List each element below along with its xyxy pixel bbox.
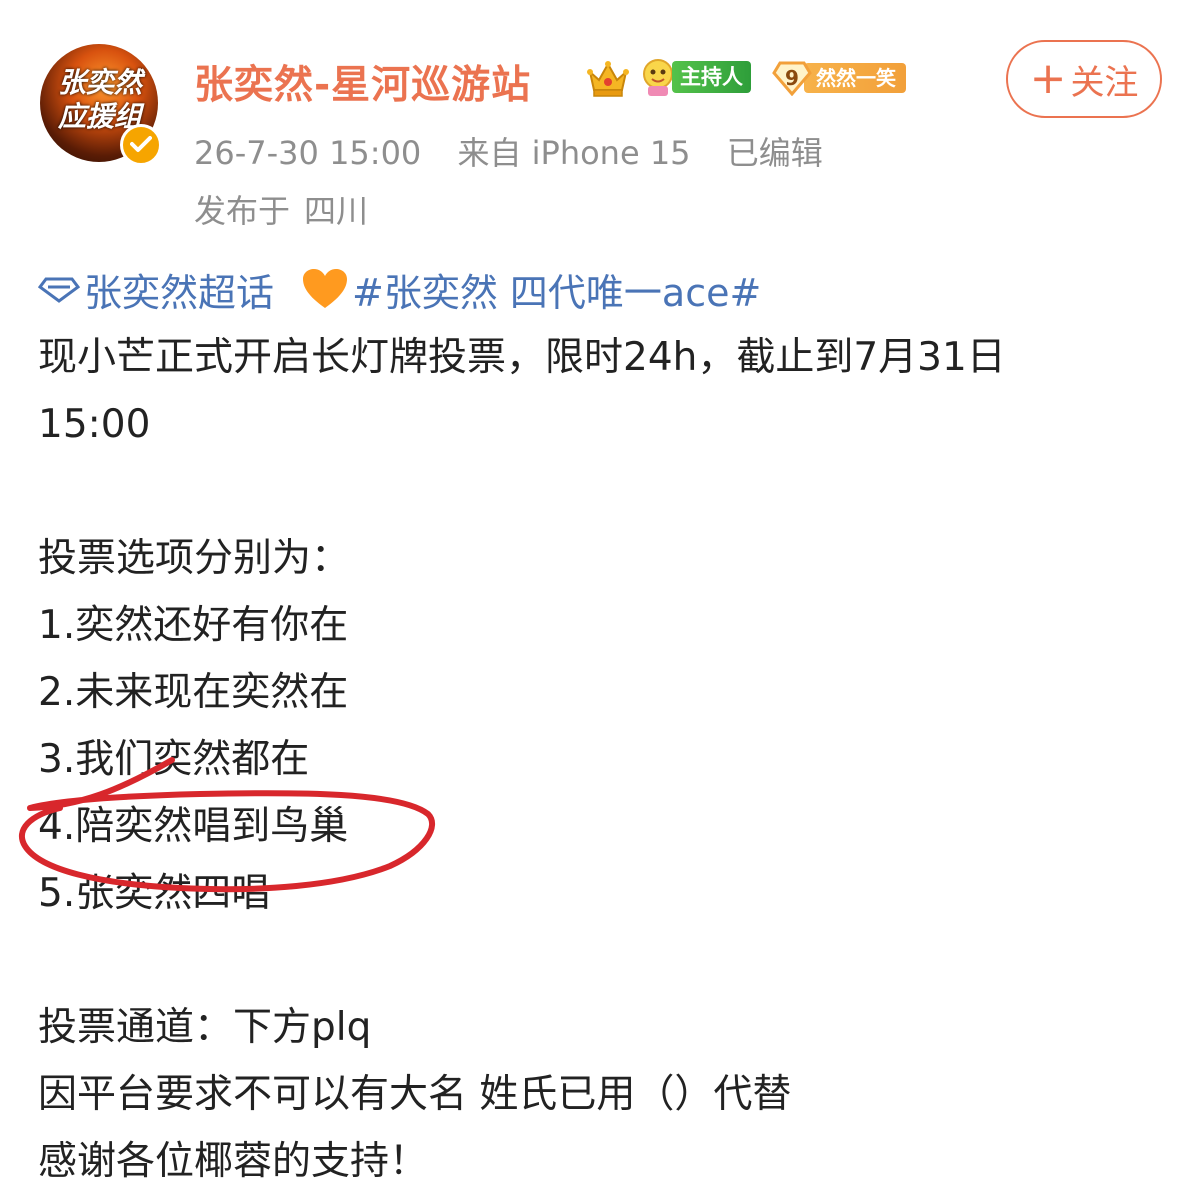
fan-label: 然然一笑 [804,63,906,93]
post-location: 发布于 四川 [194,186,368,232]
orange-heart-icon [303,269,348,308]
options-header: 投票选项分别为： [38,536,351,581]
supertopic-label: 张奕然超话 [84,270,275,315]
diamond-icon [38,277,80,303]
crown-icon [586,58,630,102]
host-badge: 主持人 [638,56,751,98]
supertopic-link[interactable]: 张奕然超话 [38,262,274,317]
post-topics: 张奕然超话 #张奕然 四代唯一ace# [38,262,761,316]
hashtag-link[interactable]: #张奕然 四代唯一ace# [352,262,761,317]
intro-line-1: 现小芒正式开启长灯牌投票，限时24h，截止到7月31日 [38,335,1006,380]
location-value: 四川 [304,192,369,230]
plus-icon: + [1029,53,1067,104]
vote-option-highlighted: 4.陪奕然唱到鸟巢 [38,804,349,849]
vote-option: 5.张奕然四唱 [38,871,271,916]
vote-channel: 投票通道：下方plq [38,1005,372,1050]
host-label: 主持人 [672,61,751,93]
verified-badge-icon [120,124,162,166]
post-source: 来自 iPhone 15 [457,134,691,172]
platform-notice: 因平台要求不可以有大名 姓氏已用（）代替 [38,1072,792,1117]
follow-button[interactable]: + 关注 [1006,40,1162,118]
vote-option: 3.我们奕然都在 [38,737,310,782]
edited-label[interactable]: 已编辑 [727,134,823,172]
location-prefix: 发布于 [194,192,291,230]
fan-badge[interactable]: 9 然然一笑 [772,60,906,96]
vote-option: 2.未来现在奕然在 [38,670,349,715]
post-body: 现小芒正式开启长灯牌投票，限时24h，截止到7月31日 15:00 投票选项分别… [38,324,1168,1195]
thanks-line: 感谢各位椰蓉的支持！ [38,1139,429,1184]
post-timestamp: 26-7-30 15:00 [194,134,422,172]
post-header: 张奕然 应援组 张奕然-星河巡游站 主持人 9 然然一笑 + 关注 26-7-3… [0,0,1200,240]
fan-level: 9 [785,66,799,90]
intro-line-2: 15:00 [38,402,151,447]
follow-label: 关注 [1070,62,1139,103]
vote-option: 1.奕然还好有你在 [38,603,349,648]
author-name[interactable]: 张奕然-星河巡游站 [194,54,531,110]
fan-level-diamond-icon: 9 [772,60,812,96]
post-meta: 26-7-30 15:00 来自 iPhone 15 已编辑 [194,128,849,174]
